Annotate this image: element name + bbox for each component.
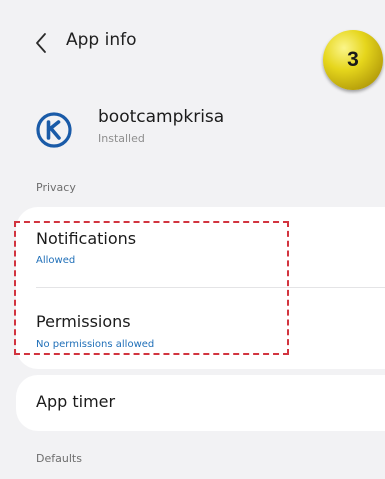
permissions-item[interactable]: Permissions No permissions allowed — [16, 288, 385, 369]
section-label-defaults: Defaults — [36, 452, 82, 465]
app-timer-item[interactable]: App timer — [16, 375, 385, 431]
app-timer-title: App timer — [36, 392, 116, 411]
app-name: bootcampkrisa — [98, 107, 225, 127]
notifications-status: Allowed — [36, 255, 76, 266]
app-logo-icon — [36, 112, 72, 148]
permissions-status: No permissions allowed — [36, 339, 155, 350]
step-number: 3 — [347, 48, 359, 71]
page-title: App info — [66, 30, 137, 50]
section-label-privacy: Privacy — [36, 181, 76, 194]
permissions-title: Permissions — [36, 312, 131, 331]
app-info-screen: App info 3 bootcampkrisa Installed Priva… — [0, 0, 385, 479]
privacy-card: Notifications Allowed Permissions No per… — [16, 207, 385, 369]
notifications-item[interactable]: Notifications Allowed — [16, 207, 385, 287]
app-install-status: Installed — [98, 132, 145, 145]
app-summary: bootcampkrisa Installed — [0, 92, 385, 162]
chevron-left-icon — [36, 33, 46, 53]
step-number-badge: 3 — [323, 30, 383, 90]
app-timer-card: App timer — [16, 375, 385, 431]
header: App info 3 — [0, 0, 385, 90]
notifications-title: Notifications — [36, 229, 137, 248]
back-button[interactable] — [30, 28, 52, 58]
